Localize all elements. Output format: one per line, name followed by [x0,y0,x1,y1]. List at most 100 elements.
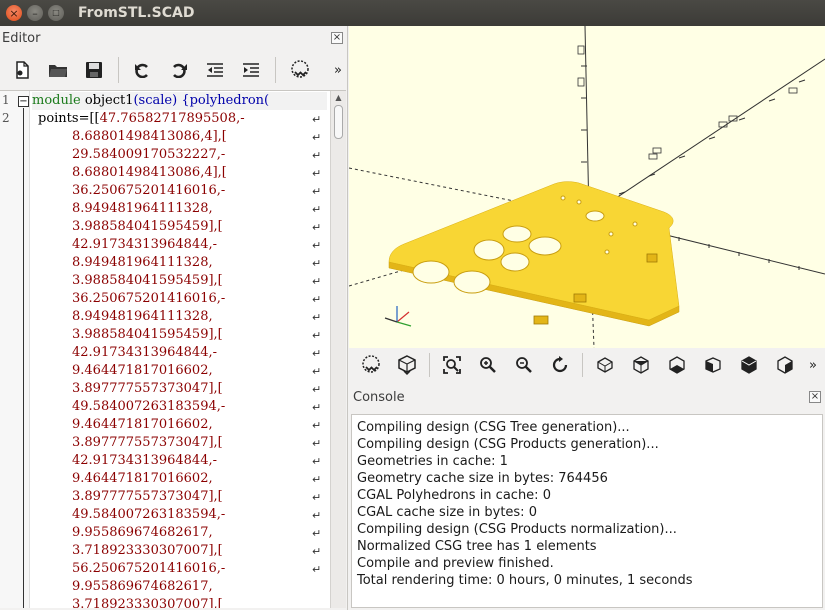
code-wrapped-line: 56.250675201416016,- [72,561,226,576]
render-button[interactable] [393,351,421,379]
wrap-marker-icon: ↵ [312,311,322,324]
view-left-button[interactable] [699,351,727,379]
save-button[interactable] [80,56,108,84]
wrap-marker-icon: ↵ [312,473,322,486]
code-wrapped-line: 42.91734313964844,- [72,453,217,468]
code-wrapped-line: 3.988584041595459],[ [72,273,223,288]
preview-button[interactable] [286,56,314,84]
zoom-out-icon [516,357,532,373]
unindent-button[interactable] [201,56,229,84]
reset-view-icon [552,356,568,373]
scroll-up-icon[interactable]: ▲ [333,93,344,102]
wrap-marker-icon: ↵ [312,149,322,162]
view-front-button[interactable] [771,351,799,379]
wrap-marker-icon: ↵ [312,383,322,396]
code-wrapped-line: 3.988584041595459],[ [72,327,223,342]
console-line: CGAL cache size in bytes: 0 [357,505,537,520]
view-all-icon [443,356,461,374]
maximize-icon: □ [52,8,60,17]
console-title: Console [353,389,405,405]
wrap-marker-icon: ↵ [312,293,322,306]
code-identifier: object1 [80,93,134,108]
line-number: 1 [2,93,10,107]
window-maximize-button[interactable]: □ [48,5,64,21]
wrap-marker-icon: ↵ [312,167,322,180]
zoom-in-button[interactable] [474,351,502,379]
code-wrapped-line: 9.464471817016602, [72,417,213,432]
code-wrapped-line: 8.68801498413086,4],[ [72,165,227,180]
code-editor[interactable]: 1 2 − module object1(scale) {polyhedron(… [0,90,346,608]
toolbar-separator [275,57,276,83]
toolbar-separator [118,57,119,83]
zoom-out-button[interactable] [510,351,538,379]
wrap-marker-icon: ↵ [312,185,322,198]
window-minimize-button[interactable]: – [27,5,43,21]
window-title: FromSTL.SCAD [78,5,195,21]
wrap-marker-icon: ↵ [312,203,322,216]
code-wrapped-line: 9.464471817016602, [72,471,213,486]
3d-viewport[interactable] [349,26,825,348]
console-close-button[interactable]: × [809,391,821,403]
new-file-button[interactable] [8,56,36,84]
view-top-button[interactable] [627,351,655,379]
open-file-button[interactable] [44,56,72,84]
console-line: Total rendering time: 0 hours, 0 minutes… [357,573,693,588]
open-file-icon [49,65,67,77]
wrap-marker-icon: ↵ [312,509,322,522]
console-line: Geometry cache size in bytes: 764456 [357,471,608,486]
minimize-icon: – [32,6,38,20]
preview-render-icon [362,355,380,373]
code-wrapped-line: 3.988584041595459],[ [72,219,223,234]
window-close-button[interactable]: × [6,5,22,21]
toolbar-separator [429,353,430,377]
code-line: module object1(scale) {polyhedron( [32,92,327,110]
view-bottom-button[interactable] [663,351,691,379]
view-all-button[interactable] [438,351,466,379]
wrap-marker-icon: ↵ [312,131,322,144]
code-wrapped-line: 36.250675201416016,- [72,183,226,198]
console-output: Compiling design (CSG Tree generation)..… [351,414,823,608]
editor-panel: Editor × » 1 2 − module object1(scale) {… [0,26,348,610]
vertical-scrollbar[interactable]: ▲ [330,91,346,608]
wrap-marker-icon: ↵ [312,113,322,126]
code-wrapped-line: 49.584007263183594,- [72,399,226,414]
code-wrapped-line: 8.949481964111328, [72,201,213,216]
console-panel: Console × Compiling design (CSG Tree gen… [349,382,825,610]
code-wrapped-line: 3.897777557373047],[ [72,489,223,504]
wrap-marker-icon: ↵ [312,455,322,468]
viewer-toolbar-more[interactable]: » [809,358,817,373]
code-wrapped-line: 42.91734313964844,- [72,345,217,360]
wrap-marker-icon: ↵ [312,221,322,234]
view-right-button[interactable] [735,351,763,379]
redo-icon [173,63,187,78]
scrollbar-thumb[interactable] [334,105,343,139]
editor-toolbar-more[interactable]: » [334,63,342,78]
indent-button[interactable] [237,56,265,84]
code-wrapped-line: 9.464471817016602, [72,363,213,378]
redo-button[interactable] [165,56,193,84]
wrap-marker-icon: ↵ [312,257,322,270]
code-wrapped-line: 3.897777557373047],[ [72,381,223,396]
editor-header: Editor × [0,26,347,50]
wrap-marker-icon: ↵ [312,401,322,414]
viewer-toolbar: » [349,348,825,382]
preview-render-button[interactable] [357,351,385,379]
console-line: Compiling design (CSG Tree generation)..… [357,420,630,435]
undo-button[interactable] [129,56,157,84]
undo-icon [135,63,148,78]
view-perspective-button[interactable] [591,351,619,379]
close-icon: × [9,6,19,20]
3d-scene [349,26,825,348]
console-line: Geometries in cache: 1 [357,454,508,469]
view-left-icon [705,357,721,373]
wrap-marker-icon: ↵ [312,545,322,558]
reset-view-button[interactable] [546,351,574,379]
code-wrapped-line: 8.68801498413086,4],[ [72,129,227,144]
view-front-icon [777,356,793,374]
console-line: Compiling design (CSG Products normaliza… [357,522,677,537]
code-wrapped-line: 9.955869674682617, [72,579,213,594]
code-number: 47.76582717895508,- [99,111,245,126]
wrap-marker-icon: ↵ [312,527,322,540]
editor-close-button[interactable]: × [331,32,343,44]
fold-toggle[interactable]: − [18,96,29,107]
